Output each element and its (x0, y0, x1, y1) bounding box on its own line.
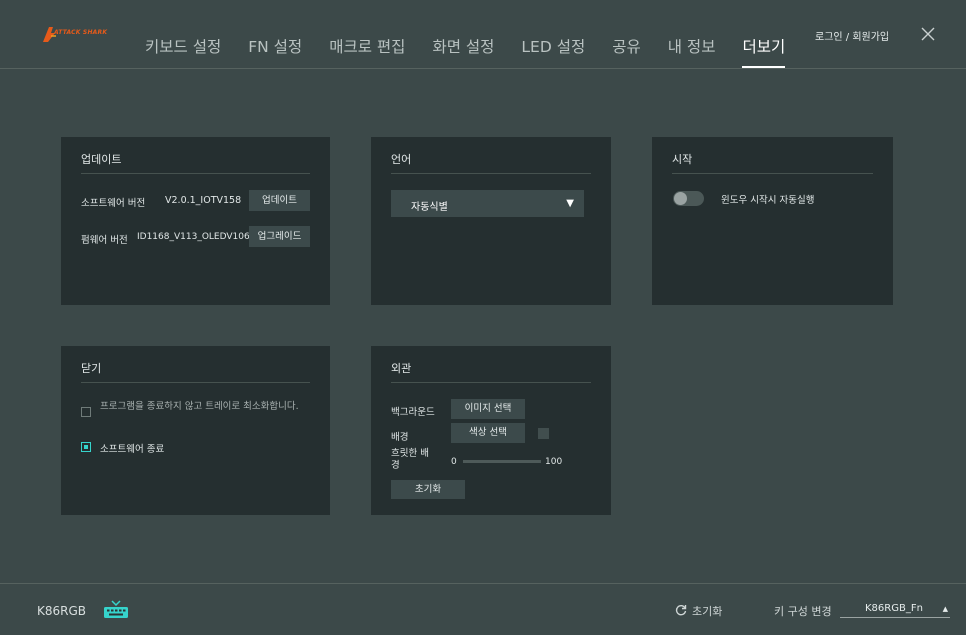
autostart-label: 윈도우 시작시 자동실행 (721, 195, 815, 206)
appearance-reset-button[interactable]: 초기화 (391, 480, 465, 499)
autostart-toggle[interactable] (673, 191, 704, 206)
nav-screen-settings[interactable]: 화면 설정 (432, 35, 494, 59)
startup-panel: 시작 윈도우 시작시 자동실행 (652, 137, 893, 305)
blur-label: 흐릿한 배경 (391, 448, 429, 471)
nav-fn-settings[interactable]: FN 설정 (248, 35, 302, 59)
footer-reset-button[interactable]: 초기화 (692, 603, 722, 619)
upgrade-button[interactable]: 업그레이드 (249, 226, 310, 247)
nav-led-settings[interactable]: LED 설정 (521, 35, 585, 59)
blur-min: 0 (451, 457, 457, 467)
divider (391, 382, 591, 383)
main-nav: 키보드 설정 FN 설정 매크로 편집 화면 설정 LED 설정 공유 내 정보… (145, 35, 785, 68)
blur-max: 100 (545, 457, 563, 467)
tray-checkbox[interactable] (81, 407, 91, 417)
update-panel-title: 업데이트 (81, 153, 122, 166)
update-button[interactable]: 업데이트 (249, 190, 310, 211)
keyconf-select[interactable]: K86RGB_Fn ▲ (840, 602, 950, 618)
exit-checkbox[interactable] (81, 442, 91, 452)
appearance-panel: 외관 백그라운드 이미지 선택 배경 색상 선택 흐릿한 배경 0 100 초기… (371, 346, 611, 515)
caret-down-icon: ▼ (566, 198, 574, 209)
nav-my-info[interactable]: 내 정보 (668, 35, 716, 59)
firmware-version-label: 펌웨어 버전 (81, 235, 128, 246)
language-select[interactable]: 자동식별 ▼ (391, 190, 584, 217)
software-version-label: 소프트웨어 버전 (81, 198, 146, 209)
nav-more[interactable]: 더보기 (742, 35, 785, 68)
firmware-version-value: ID1168_V113_OLEDV106 (137, 232, 250, 242)
close-panel: 닫기 프로그램을 종료하지 않고 트레이로 최소화합니다. 소프트웨어 종료 (61, 346, 330, 515)
image-select-button[interactable]: 이미지 선택 (451, 399, 525, 419)
logo-text: ATTACK SHARK (54, 29, 108, 36)
divider (672, 173, 873, 174)
background-label: 백그라운드 (391, 407, 435, 418)
bg-color-label: 배경 (391, 432, 409, 443)
close-panel-title: 닫기 (81, 362, 102, 375)
top-bar: ATTACK SHARK 키보드 설정 FN 설정 매크로 편집 화면 설정 L… (0, 0, 966, 69)
bottom-bar: K86RGB 초기화 키 구성 변경 K86RGB_Fn ▲ (0, 583, 966, 635)
nav-keyboard-settings[interactable]: 키보드 설정 (145, 35, 221, 59)
exit-option-label: 소프트웨어 종료 (100, 444, 165, 455)
close-icon[interactable] (920, 26, 936, 42)
divider (81, 173, 310, 174)
toggle-knob (674, 192, 687, 205)
brand-logo: ATTACK SHARK (42, 24, 116, 44)
device-model: K86RGB (37, 604, 87, 618)
language-panel: 언어 자동식별 ▼ (371, 137, 611, 305)
nav-share[interactable]: 공유 (612, 35, 641, 59)
appearance-panel-title: 외관 (391, 362, 412, 375)
divider (391, 173, 591, 174)
color-select-button[interactable]: 색상 선택 (451, 423, 525, 443)
divider (81, 382, 310, 383)
login-link[interactable]: 로그인 / 회원가입 (815, 28, 889, 43)
startup-panel-title: 시작 (672, 153, 693, 166)
software-version-value: V2.0.1_IOTV158 (165, 195, 242, 206)
nav-macro-edit[interactable]: 매크로 편집 (329, 35, 405, 59)
blur-slider[interactable] (463, 460, 541, 463)
caret-up-icon: ▲ (942, 605, 948, 613)
color-swatch[interactable] (538, 428, 549, 439)
tray-option-label: 프로그램을 종료하지 않고 트레이로 최소화합니다. (100, 401, 299, 412)
update-panel: 업데이트 소프트웨어 버전 V2.0.1_IOTV158 업데이트 펌웨어 버전… (61, 137, 330, 305)
language-select-value: 자동식별 (411, 202, 448, 213)
keyconf-label: 키 구성 변경 (774, 605, 832, 618)
refresh-icon[interactable] (675, 604, 687, 616)
keyconf-value: K86RGB_Fn (865, 603, 923, 614)
keyboard-icon[interactable] (103, 599, 129, 619)
language-panel-title: 언어 (391, 153, 412, 166)
